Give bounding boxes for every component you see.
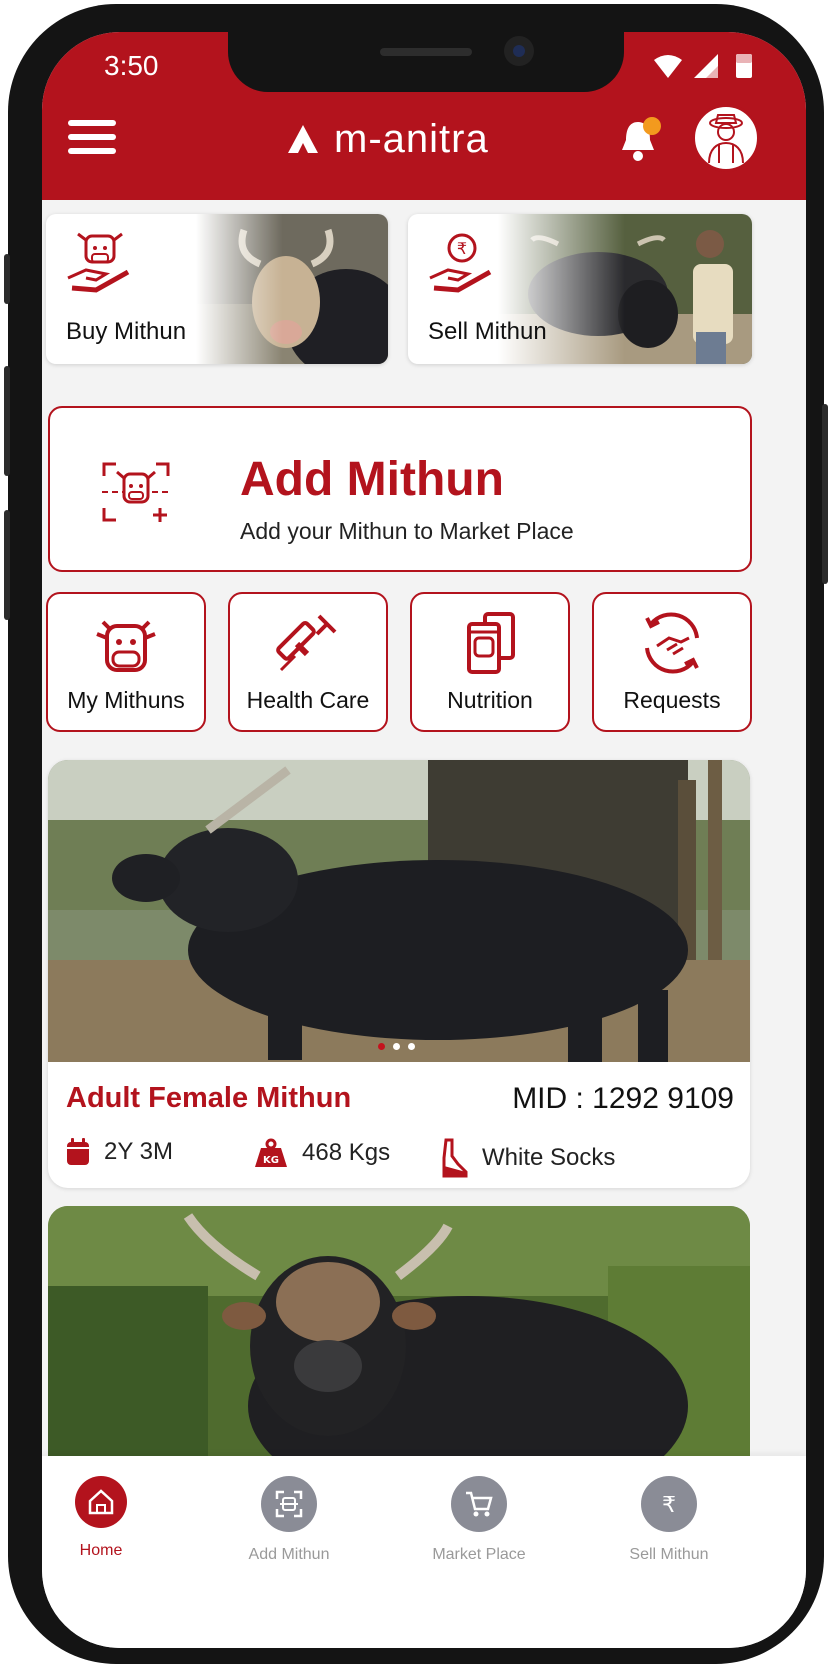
farmer-avatar-icon	[708, 114, 744, 164]
tile-label-health-care: Health Care	[246, 687, 370, 713]
buy-mithun-card[interactable]: Buy Mithun	[46, 214, 388, 364]
carousel-dot-3[interactable]	[408, 1043, 415, 1050]
listing-age: 2Y 3M	[66, 1138, 173, 1166]
bottom-navigation: Home Add Mithun Market Place ₹ Sell Mith…	[42, 1456, 806, 1648]
svg-text:₹: ₹	[457, 239, 467, 258]
volume-up-button	[4, 366, 10, 476]
listing-title: Adult Female Mithun	[66, 1082, 352, 1114]
nav-sell-mithun[interactable]: ₹ Sell Mithun	[594, 1476, 744, 1564]
tile-my-mithuns[interactable]: My Mithuns	[46, 592, 206, 732]
tile-requests[interactable]: Requests	[592, 592, 752, 732]
mute-switch	[4, 254, 10, 304]
add-mithun-title: Add Mithun	[240, 453, 504, 506]
carousel-dots[interactable]	[378, 1043, 415, 1050]
phone-frame: 3:50 m-anitra Buy Mithun ₹ Sell Mithun A…	[4, 4, 828, 1664]
weight-icon: KG	[255, 1138, 287, 1167]
carousel-dot-1[interactable]	[378, 1043, 385, 1050]
feed-bag-icon	[467, 612, 515, 674]
front-camera	[504, 36, 534, 66]
profile-avatar[interactable]	[692, 104, 760, 172]
handshake-icon	[645, 612, 699, 674]
app-screen: 3:50 m-anitra Buy Mithun ₹ Sell Mithun A…	[42, 32, 806, 1648]
app-logo: m-anitra	[286, 114, 489, 164]
listing-photo[interactable]	[48, 760, 750, 1062]
calendar-icon	[67, 1138, 89, 1165]
syringe-icon	[276, 614, 337, 672]
sell-mithun-label: Sell Mithun	[428, 318, 547, 345]
rupee-icon: ₹	[641, 1476, 697, 1532]
volume-down-button	[4, 510, 10, 620]
add-mithun-subtitle: Add your Mithun to Market Place	[240, 518, 574, 544]
nav-market-place[interactable]: Market Place	[404, 1476, 554, 1564]
buy-mithun-photo	[196, 214, 388, 364]
power-button	[822, 404, 828, 584]
listing-weight-value: 468 Kgs	[302, 1139, 391, 1166]
home-icon	[75, 1476, 127, 1528]
add-mithun-banner[interactable]: Add Mithun Add your Mithun to Market Pla…	[48, 406, 752, 572]
cart-icon	[451, 1476, 507, 1532]
status-time: 3:50	[104, 50, 159, 81]
sell-mithun-icon: ₹	[429, 233, 492, 293]
speaker-grille	[380, 48, 472, 56]
listing-weight: KG 468 Kgs	[254, 1138, 390, 1168]
logo-mark-icon	[288, 125, 318, 153]
nav-add-mithun[interactable]: Add Mithun	[214, 1476, 364, 1564]
listing-age-value: 2Y 3M	[104, 1138, 173, 1165]
nav-add-mithun-label: Add Mithun	[248, 1546, 330, 1563]
nav-market-place-label: Market Place	[432, 1546, 526, 1563]
notification-dot	[643, 117, 661, 135]
status-icons	[654, 54, 752, 78]
tile-health-care[interactable]: Health Care	[228, 592, 388, 732]
scan-icon	[261, 1476, 317, 1532]
svg-text:₹: ₹	[662, 1493, 676, 1518]
buy-mithun-icon	[67, 232, 130, 293]
carousel-dot-2[interactable]	[393, 1043, 400, 1050]
listing-breed-value: White Socks	[482, 1144, 616, 1171]
nav-home[interactable]: Home	[42, 1476, 176, 1560]
app-header: 3:50 m-anitra	[42, 32, 806, 200]
tile-nutrition[interactable]: Nutrition	[410, 592, 570, 732]
tile-label-my-mithuns: My Mithuns	[67, 687, 185, 713]
sell-mithun-card[interactable]: ₹ Sell Mithun	[408, 214, 752, 364]
listing-breed: White Socks	[440, 1138, 615, 1178]
tile-label-requests: Requests	[623, 687, 721, 713]
weight-badge-text: KG	[263, 1155, 279, 1166]
wifi-icon	[654, 55, 682, 78]
menu-button[interactable]	[68, 120, 116, 160]
nav-home-label: Home	[79, 1542, 123, 1559]
cow-icon	[96, 620, 156, 672]
sock-leg-icon	[442, 1138, 468, 1178]
listing-card[interactable]: Adult Female Mithun MID : 1292 9109 2Y 3…	[48, 760, 750, 1188]
notification-bell-icon[interactable]	[618, 116, 662, 164]
tile-label-nutrition: Nutrition	[447, 687, 533, 713]
buy-mithun-label: Buy Mithun	[66, 318, 187, 345]
device-notch	[228, 32, 624, 92]
listing-mid: MID : 1292 9109	[512, 1082, 734, 1115]
scan-mithun-icon	[102, 462, 170, 522]
nav-sell-mithun-label: Sell Mithun	[629, 1546, 709, 1563]
app-name: m-anitra	[334, 116, 489, 161]
